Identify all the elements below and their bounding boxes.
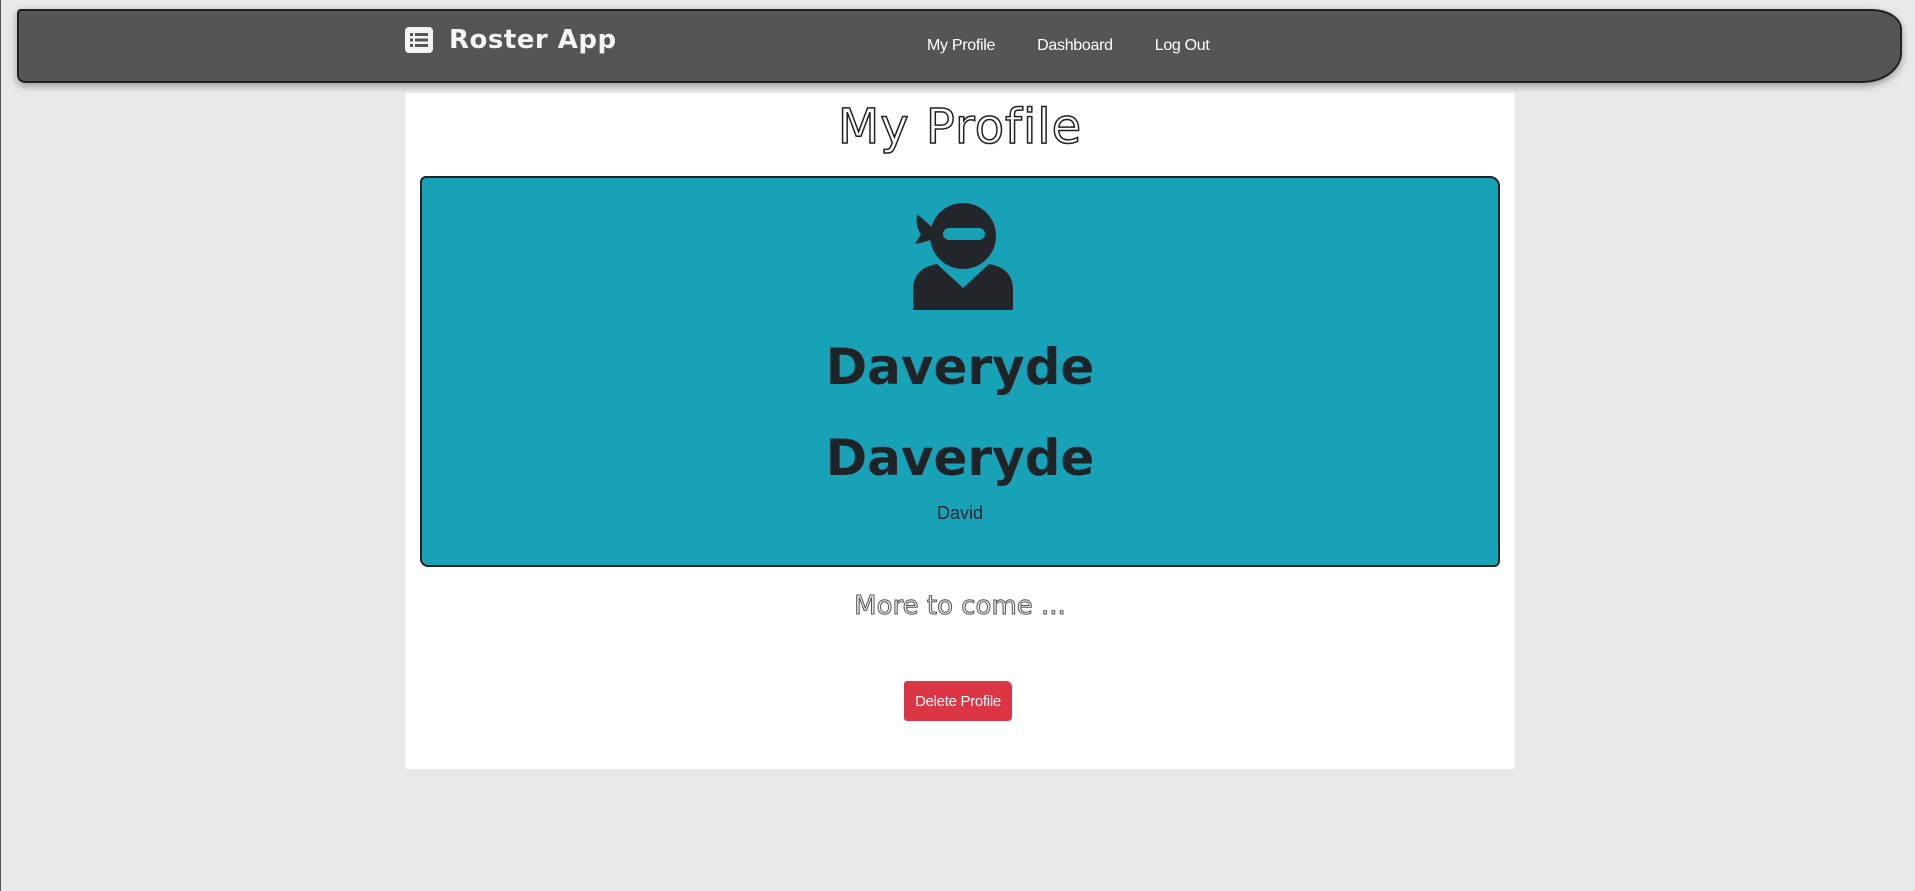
brand-name: Roster App bbox=[449, 25, 617, 55]
navbar: Roster App My Profile Dashboard Log Out bbox=[17, 9, 1902, 83]
profile-name-secondary: Daveryde bbox=[825, 429, 1095, 487]
page-title: My Profile bbox=[837, 98, 1083, 156]
more-to-come-text: More to come ... bbox=[854, 591, 1067, 622]
nav-log-out[interactable]: Log Out bbox=[1155, 37, 1210, 55]
nav-links: My Profile Dashboard Log Out bbox=[927, 37, 1252, 55]
delete-profile-button[interactable]: Delete Profile bbox=[904, 681, 1012, 721]
brand-link[interactable]: Roster App bbox=[405, 25, 617, 55]
user-ninja-icon bbox=[911, 198, 1013, 310]
nav-my-profile[interactable]: My Profile bbox=[927, 37, 995, 55]
main-container: My Profile Daveryde Daveryde David More … bbox=[405, 93, 1515, 769]
nav-dashboard[interactable]: Dashboard bbox=[1037, 37, 1113, 55]
profile-name-primary: Daveryde bbox=[825, 338, 1095, 396]
profile-first-name: David bbox=[936, 503, 984, 523]
list-icon bbox=[405, 27, 433, 53]
profile-card: Daveryde Daveryde David bbox=[420, 176, 1500, 567]
